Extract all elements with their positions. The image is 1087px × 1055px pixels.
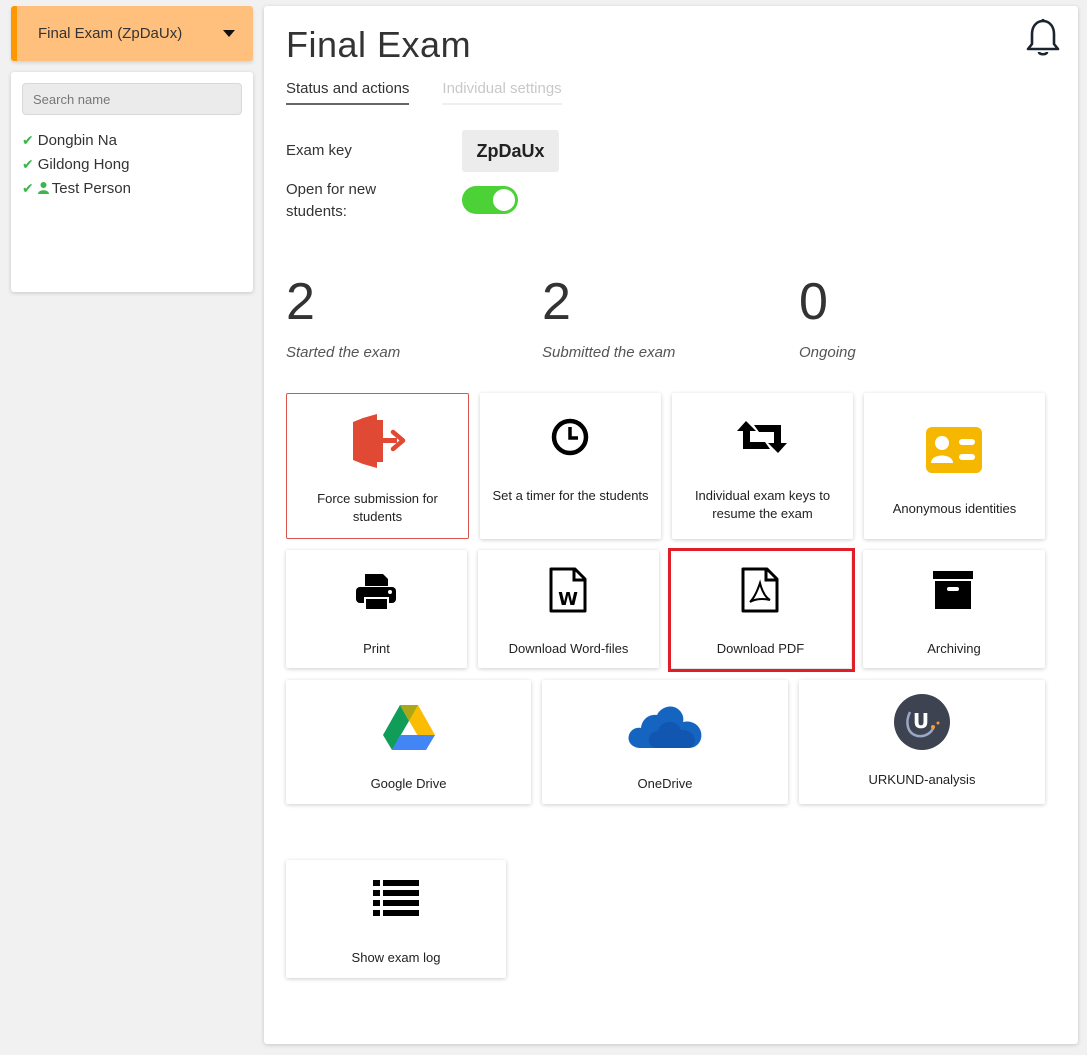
search-name-input[interactable] [22,83,242,115]
pdf-file-icon [741,567,779,613]
student-name: Gildong Hong [37,155,130,173]
exam-key-label: Exam key [286,142,352,159]
svg-text:U: U [913,709,929,733]
force-submission-label: Force submission for students [317,491,438,524]
stat-submitted-value: 2 [542,273,571,331]
show-exam-log-label: Show exam log [351,950,441,965]
download-word-label: Download Word-files [508,641,629,656]
download-pdf-button[interactable]: Download PDF [670,550,851,668]
print-label: Print [363,641,390,656]
stat-submitted-label: Submitted the exam [542,344,676,361]
set-timer-button[interactable]: Set a timer for the students [480,393,661,539]
bell-icon[interactable] [1025,18,1061,58]
urkund-logo-icon: U [894,694,950,750]
check-icon: ✔ [22,131,34,148]
stat-started-value: 2 [286,273,315,331]
anonymous-identities-label: Anonymous identities [892,501,1017,516]
student-list-item[interactable]: ✔ Test Person [22,176,242,200]
student-list-item[interactable]: ✔ Dongbin Na [22,128,242,152]
student-list-item[interactable]: ✔ Gildong Hong [22,152,242,176]
tab-individual-settings[interactable]: Individual settings [442,80,562,105]
show-exam-log-button[interactable]: Show exam log [286,860,506,978]
onedrive-cloud-icon [628,706,702,748]
individual-exam-keys-button[interactable]: Individual exam keys to resume the exam [672,393,853,539]
list-icon [373,880,419,916]
anonymous-identities-button[interactable]: Anonymous identities [864,393,1045,539]
stat-ongoing-label: Ongoing [799,344,856,361]
student-list: ✔ Dongbin Na ✔ Gildong Hong ✔ Test Perso… [22,128,242,200]
printer-icon [356,574,396,611]
main-panel: Final Exam Status and actions Individual… [264,6,1078,1044]
toggle-knob [493,189,515,211]
open-for-new-students-label: Open for new students: [286,181,377,220]
student-name: Dongbin Na [37,131,117,149]
download-word-button[interactable]: W Download Word-files [478,550,659,668]
clock-icon [551,418,589,456]
stat-submitted: 2 Submitted the exam [542,274,675,361]
google-drive-label: Google Drive [370,776,447,791]
tab-bar: Status and actions Individual settings [286,80,595,105]
individual-exam-keys-label: Individual exam keys to resume the exam [694,488,831,521]
caret-down-icon [223,30,235,37]
stat-ongoing-value: 0 [799,273,828,331]
exam-selector-label: Final Exam (ZpDaUx) [38,25,183,42]
swap-arrows-icon [737,421,787,453]
google-drive-icon [383,705,435,750]
print-button[interactable]: Print [286,550,467,668]
svg-text:W: W [558,589,578,610]
force-submission-button[interactable]: Force submission for students [286,393,469,539]
stat-started-label: Started the exam [286,344,401,361]
download-pdf-label: Download PDF [716,641,805,656]
check-icon: ✔ [22,179,34,196]
person-icon [37,182,49,194]
open-for-new-students-toggle[interactable] [462,186,518,214]
exam-selector-dropdown[interactable]: Final Exam (ZpDaUx) [11,6,253,61]
stat-ongoing: 0 Ongoing [799,274,856,361]
urkund-analysis-button[interactable]: U URKUND-analysis [799,680,1045,804]
check-icon: ✔ [22,155,34,172]
tab-status-and-actions[interactable]: Status and actions [286,80,410,105]
archiving-label: Archiving [927,641,981,656]
onedrive-button[interactable]: OneDrive [542,680,788,804]
id-card-icon [926,427,982,473]
set-timer-label: Set a timer for the students [492,488,649,503]
urkund-analysis-label: URKUND-analysis [868,772,976,787]
word-file-icon: W [549,567,587,613]
archive-box-icon [933,571,973,609]
stat-started: 2 Started the exam [286,274,400,361]
student-panel: ✔ Dongbin Na ✔ Gildong Hong ✔ Test Perso… [11,72,253,292]
exam-key-value: ZpDaUx [462,130,559,172]
archiving-button[interactable]: Archiving [863,550,1045,668]
student-name: Test Person [51,179,131,197]
google-drive-button[interactable]: Google Drive [286,680,531,804]
onedrive-label: OneDrive [637,776,693,791]
exit-door-icon [353,414,406,468]
page-title: Final Exam [286,24,472,65]
